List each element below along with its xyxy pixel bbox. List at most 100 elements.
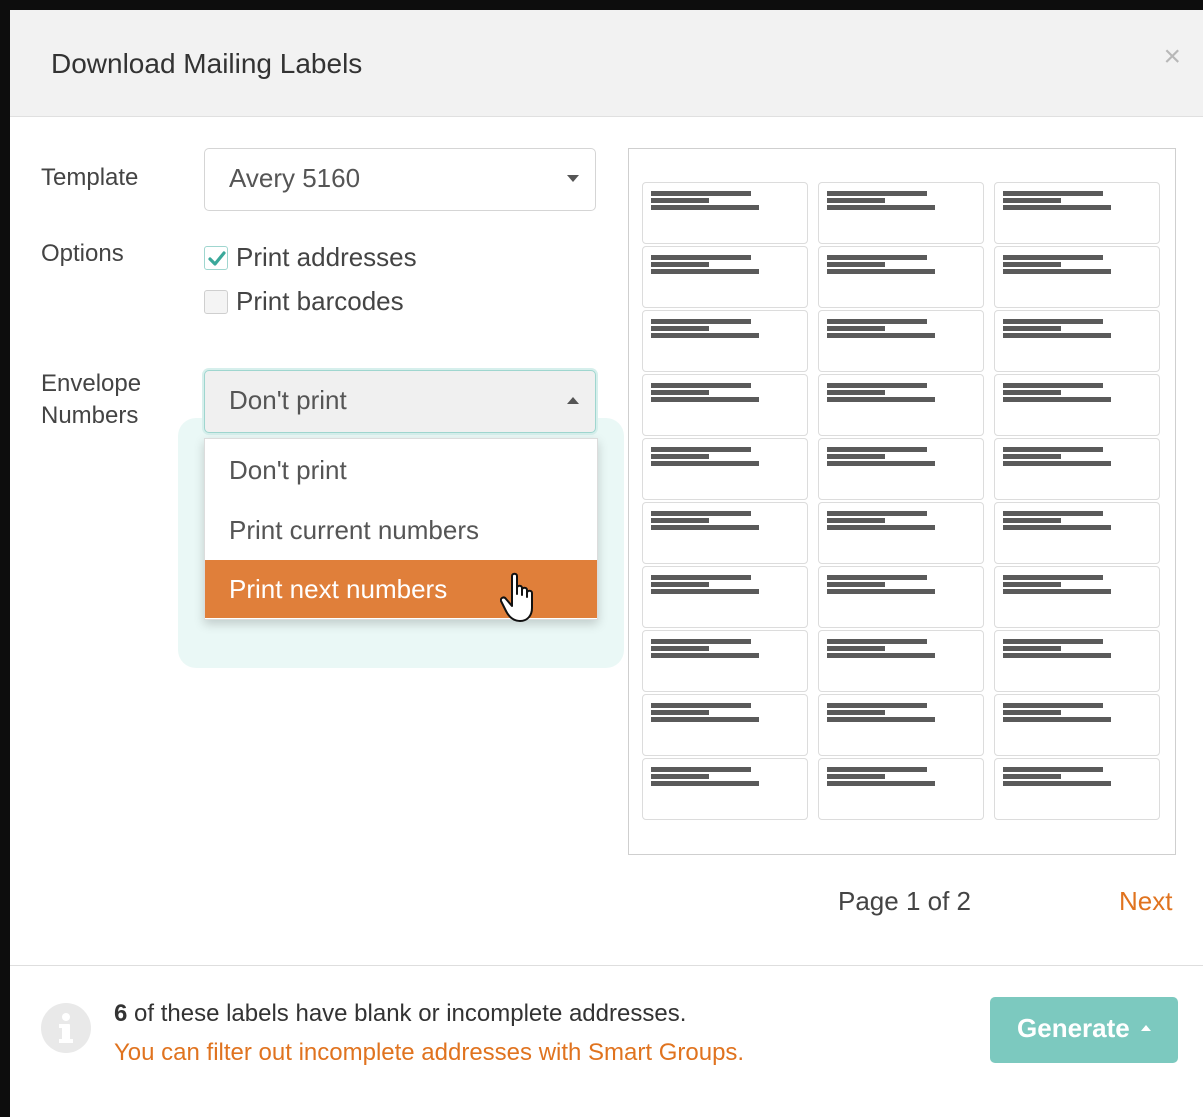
option-dont-print[interactable]: Don't print bbox=[205, 441, 597, 499]
caret-up-icon bbox=[567, 397, 579, 404]
label-text-line bbox=[1003, 653, 1111, 658]
label-preview-cell bbox=[994, 438, 1160, 500]
print-addresses-checkbox[interactable] bbox=[204, 246, 228, 270]
label-preview-cell bbox=[994, 630, 1160, 692]
label-preview-cell bbox=[642, 502, 808, 564]
label-text-line bbox=[651, 390, 709, 395]
label-text-line bbox=[1003, 255, 1103, 260]
caret-up-icon bbox=[1140, 1025, 1151, 1032]
label-preview-cell bbox=[642, 246, 808, 308]
label-text-line bbox=[1003, 717, 1111, 722]
label-text-line bbox=[1003, 525, 1111, 530]
label-preview-cell bbox=[818, 758, 984, 820]
label-text-line bbox=[1003, 646, 1061, 651]
label-text-line bbox=[1003, 774, 1061, 779]
checkmark-icon bbox=[208, 251, 226, 266]
hand-cursor-icon bbox=[499, 572, 540, 629]
next-page-link[interactable]: Next bbox=[1119, 886, 1172, 917]
label-text-line bbox=[827, 255, 927, 260]
template-label: Template bbox=[41, 164, 139, 191]
label-preview-cell bbox=[818, 246, 984, 308]
label-text-line bbox=[1003, 589, 1111, 594]
page-indicator: Page 1 of 2 bbox=[838, 886, 971, 916]
label-text-line bbox=[651, 717, 759, 722]
label-text-line bbox=[651, 646, 709, 651]
label-text-line bbox=[651, 198, 709, 203]
label-text-line bbox=[651, 397, 759, 402]
label-text-line bbox=[1003, 205, 1111, 210]
label-text-line bbox=[651, 774, 709, 779]
label-text-line bbox=[827, 383, 927, 388]
label-text-line bbox=[651, 589, 759, 594]
envelope-label-line2: Numbers bbox=[41, 402, 139, 429]
print-barcodes-checkbox[interactable] bbox=[204, 290, 228, 314]
close-icon[interactable]: × bbox=[1163, 42, 1181, 72]
label-text-line bbox=[827, 710, 885, 715]
label-text-line bbox=[651, 710, 709, 715]
incomplete-message-text: of these labels have blank or incomplete… bbox=[127, 1000, 687, 1027]
label-preview-cell bbox=[818, 374, 984, 436]
label-preview-cell bbox=[994, 310, 1160, 372]
label-preview-cell bbox=[642, 182, 808, 244]
label-text-line bbox=[1003, 511, 1103, 516]
label-text-line bbox=[827, 269, 935, 274]
caret-down-icon bbox=[567, 175, 579, 182]
option-print-current-numbers[interactable]: Print current numbers bbox=[205, 501, 597, 559]
label-text-line bbox=[827, 767, 927, 772]
incomplete-count: 6 bbox=[114, 1000, 128, 1027]
label-preview-cell bbox=[642, 310, 808, 372]
label-text-line bbox=[651, 383, 751, 388]
template-select[interactable]: Avery 5160 bbox=[204, 148, 596, 211]
generate-button[interactable]: Generate bbox=[990, 997, 1178, 1063]
label-text-line bbox=[651, 269, 759, 274]
label-text-line bbox=[1003, 575, 1103, 580]
dialog-title: Download Mailing Labels bbox=[51, 48, 363, 79]
label-text-line bbox=[827, 262, 885, 267]
label-text-line bbox=[1003, 319, 1103, 324]
label-text-line bbox=[1003, 582, 1061, 587]
label-text-line bbox=[651, 326, 709, 331]
footer-divider bbox=[10, 965, 1203, 966]
print-barcodes-label: Print barcodes bbox=[236, 286, 404, 316]
label-text-line bbox=[827, 639, 927, 644]
label-text-line bbox=[827, 511, 927, 516]
label-text-line bbox=[827, 703, 927, 708]
label-text-line bbox=[651, 511, 751, 516]
label-text-line bbox=[827, 205, 935, 210]
label-text-line bbox=[651, 333, 759, 338]
label-preview-cell bbox=[642, 374, 808, 436]
label-text-line bbox=[651, 767, 751, 772]
label-text-line bbox=[1003, 639, 1103, 644]
label-preview-cell bbox=[818, 566, 984, 628]
label-text-line bbox=[651, 255, 751, 260]
label-text-line bbox=[651, 518, 709, 523]
label-text-line bbox=[827, 589, 935, 594]
label-text-line bbox=[651, 461, 759, 466]
smart-groups-link[interactable]: You can filter out incomplete addresses … bbox=[114, 1039, 744, 1067]
label-text-line bbox=[651, 454, 709, 459]
label-text-line bbox=[827, 447, 927, 452]
label-text-line bbox=[651, 447, 751, 452]
label-text-line bbox=[827, 461, 935, 466]
label-text-line bbox=[1003, 767, 1103, 772]
label-text-line bbox=[1003, 333, 1111, 338]
label-preview-cell bbox=[994, 182, 1160, 244]
envelope-numbers-select[interactable]: Don't print bbox=[204, 370, 596, 433]
label-text-line bbox=[827, 390, 885, 395]
dialog-header: Download Mailing Labels × bbox=[10, 10, 1203, 117]
label-text-line bbox=[1003, 447, 1103, 452]
label-preview-cell bbox=[642, 694, 808, 756]
label-preview-cell bbox=[818, 438, 984, 500]
label-text-line bbox=[651, 653, 759, 658]
label-preview-cell bbox=[994, 694, 1160, 756]
generate-label: Generate bbox=[1017, 1013, 1130, 1043]
envelope-numbers-label: Envelope Numbers bbox=[41, 368, 141, 432]
options-label: Options bbox=[41, 240, 124, 267]
envelope-label-line1: Envelope bbox=[41, 370, 142, 397]
label-preview-cell bbox=[818, 630, 984, 692]
label-text-line bbox=[651, 639, 751, 644]
label-text-line bbox=[1003, 454, 1061, 459]
label-text-line bbox=[827, 518, 885, 523]
label-text-line bbox=[827, 646, 885, 651]
envelope-select-value: Don't print bbox=[229, 385, 347, 415]
